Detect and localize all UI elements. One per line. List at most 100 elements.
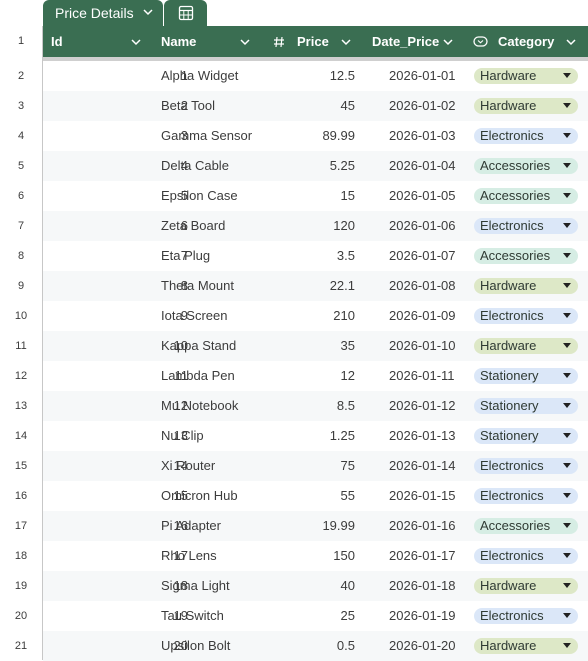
- caret-down-icon[interactable]: [563, 463, 571, 468]
- caret-down-icon[interactable]: [563, 223, 571, 228]
- table-row[interactable]: 12 Mu Notebook 8.5 2026-01-12 Stationery: [43, 391, 588, 421]
- caret-down-icon[interactable]: [563, 313, 571, 318]
- table-row[interactable]: 6 Zeta Board 120 2026-01-06 Electronics: [43, 211, 588, 241]
- cell-price[interactable]: 19.99: [322, 511, 355, 541]
- caret-down-icon[interactable]: [563, 583, 571, 588]
- cell-price[interactable]: 0.5: [337, 631, 355, 661]
- cell-name[interactable]: Theta Mount: [161, 271, 234, 301]
- cell-date-price[interactable]: 2026-01-08: [389, 271, 456, 301]
- cell-date-price[interactable]: 2026-01-19: [389, 601, 456, 631]
- category-chip[interactable]: Electronics: [474, 548, 578, 564]
- caret-down-icon[interactable]: [563, 283, 571, 288]
- row-number[interactable]: 21: [0, 631, 42, 661]
- table-row[interactable]: 10 Kappa Stand 35 2026-01-10 Hardware: [43, 331, 588, 361]
- row-number[interactable]: 17: [0, 511, 42, 541]
- cell-name[interactable]: Xi Router: [161, 451, 215, 481]
- table-row[interactable]: 16 Pi Adapter 19.99 2026-01-16 Accessories: [43, 511, 588, 541]
- caret-down-icon[interactable]: [563, 133, 571, 138]
- row-number[interactable]: 13: [0, 391, 42, 421]
- row-number[interactable]: 20: [0, 601, 42, 631]
- cell-date-price[interactable]: 2026-01-05: [389, 181, 456, 211]
- category-chip[interactable]: Stationery: [474, 428, 578, 444]
- caret-down-icon[interactable]: [563, 343, 571, 348]
- category-chip[interactable]: Accessories: [474, 188, 578, 204]
- category-chip[interactable]: Stationery: [474, 368, 578, 384]
- cell-date-price[interactable]: 2026-01-06: [389, 211, 456, 241]
- cell-name[interactable]: Epsilon Case: [161, 181, 238, 211]
- category-chip[interactable]: Hardware: [474, 278, 578, 294]
- category-chip[interactable]: Accessories: [474, 158, 578, 174]
- cell-name[interactable]: Beta Tool: [161, 91, 215, 121]
- row-number[interactable]: 18: [0, 541, 42, 571]
- cell-price[interactable]: 150: [333, 541, 355, 571]
- row-number[interactable]: 16: [0, 481, 42, 511]
- cell-date-price[interactable]: 2026-01-10: [389, 331, 456, 361]
- category-chip[interactable]: Hardware: [474, 68, 578, 84]
- table-row[interactable]: 19 Tau Switch 25 2026-01-19 Electronics: [43, 601, 588, 631]
- caret-down-icon[interactable]: [563, 403, 571, 408]
- category-chip[interactable]: Stationery: [474, 398, 578, 414]
- calculator-button[interactable]: [164, 0, 207, 26]
- cell-name[interactable]: Nu Clip: [161, 421, 204, 451]
- cell-date-price[interactable]: 2026-01-01: [389, 61, 456, 91]
- row-number[interactable]: 11: [0, 331, 42, 361]
- table-row[interactable]: 3 Gamma Sensor 89.99 2026-01-03 Electronics: [43, 121, 588, 151]
- cell-date-price[interactable]: 2026-01-09: [389, 301, 456, 331]
- caret-down-icon[interactable]: [563, 103, 571, 108]
- row-number[interactable]: 2: [0, 61, 42, 91]
- cell-price[interactable]: 40: [341, 571, 355, 601]
- table-row[interactable]: 2 Beta Tool 45 2026-01-02 Hardware: [43, 91, 588, 121]
- cell-date-price[interactable]: 2026-01-17: [389, 541, 456, 571]
- cell-date-price[interactable]: 2026-01-16: [389, 511, 456, 541]
- category-chip[interactable]: Hardware: [474, 338, 578, 354]
- cell-date-price[interactable]: 2026-01-14: [389, 451, 456, 481]
- table-row[interactable]: 17 Rho Lens 150 2026-01-17 Electronics: [43, 541, 588, 571]
- table-row[interactable]: 11 Lambda Pen 12 2026-01-11 Stationery: [43, 361, 588, 391]
- table-row[interactable]: 1 Alpha Widget 12.5 2026-01-01 Hardware: [43, 61, 588, 91]
- caret-down-icon[interactable]: [563, 613, 571, 618]
- header-category[interactable]: Category: [498, 26, 554, 57]
- cell-price[interactable]: 15: [341, 181, 355, 211]
- cell-name[interactable]: Gamma Sensor: [161, 121, 252, 151]
- cell-price[interactable]: 22.1: [330, 271, 355, 301]
- cell-price[interactable]: 89.99: [322, 121, 355, 151]
- table-row[interactable]: 7 Eta Plug 3.5 2026-01-07 Accessories: [43, 241, 588, 271]
- caret-down-icon[interactable]: [563, 163, 571, 168]
- cell-name[interactable]: Eta Plug: [161, 241, 210, 271]
- cell-name[interactable]: Omicron Hub: [161, 481, 238, 511]
- header-price[interactable]: Price: [297, 26, 329, 57]
- chevron-down-icon[interactable]: [240, 37, 250, 47]
- row-number[interactable]: 4: [0, 121, 42, 151]
- cell-name[interactable]: Delta Cable: [161, 151, 229, 181]
- caret-down-icon[interactable]: [563, 253, 571, 258]
- header-date-price[interactable]: Date_Price: [372, 26, 439, 57]
- cell-name[interactable]: Alpha Widget: [161, 61, 238, 91]
- row-number[interactable]: 10: [0, 301, 42, 331]
- cell-price[interactable]: 12: [341, 361, 355, 391]
- row-number[interactable]: 7: [0, 211, 42, 241]
- chevron-down-icon[interactable]: [566, 37, 576, 47]
- table-row[interactable]: 14 Xi Router 75 2026-01-14 Electronics: [43, 451, 588, 481]
- cell-price[interactable]: 25: [341, 601, 355, 631]
- row-number[interactable]: 14: [0, 421, 42, 451]
- cell-price[interactable]: 75: [341, 451, 355, 481]
- table-row[interactable]: 18 Sigma Light 40 2026-01-18 Hardware: [43, 571, 588, 601]
- cell-date-price[interactable]: 2026-01-03: [389, 121, 456, 151]
- category-chip[interactable]: Electronics: [474, 458, 578, 474]
- cell-name[interactable]: Iota Screen: [161, 301, 228, 331]
- category-chip[interactable]: Hardware: [474, 638, 578, 654]
- caret-down-icon[interactable]: [563, 373, 571, 378]
- cell-name[interactable]: Tau Switch: [161, 601, 224, 631]
- category-chip[interactable]: Electronics: [474, 128, 578, 144]
- row-number[interactable]: 3: [0, 91, 42, 121]
- cell-price[interactable]: 12.5: [330, 61, 355, 91]
- chevron-down-icon[interactable]: [143, 7, 153, 17]
- row-number[interactable]: 6: [0, 181, 42, 211]
- cell-price[interactable]: 45: [341, 91, 355, 121]
- category-chip[interactable]: Electronics: [474, 218, 578, 234]
- table-row[interactable]: 13 Nu Clip 1.25 2026-01-13 Stationery: [43, 421, 588, 451]
- tab-price-details[interactable]: Price Details: [43, 0, 163, 26]
- cell-price[interactable]: 3.5: [337, 241, 355, 271]
- row-number[interactable]: 15: [0, 451, 42, 481]
- header-id[interactable]: Id: [51, 26, 63, 57]
